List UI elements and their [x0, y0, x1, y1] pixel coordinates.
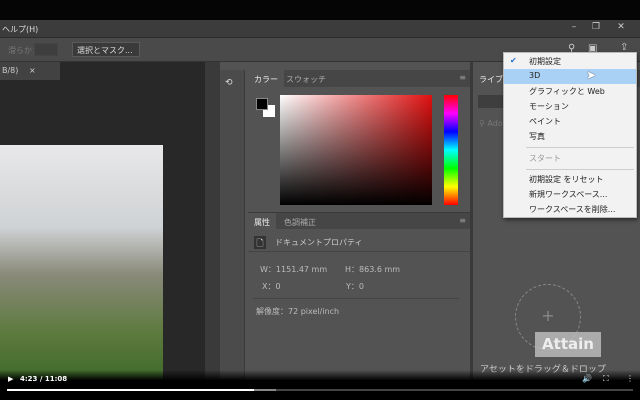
menu-help[interactable]: ヘルプ(H) [2, 24, 38, 35]
fullscreen-icon[interactable]: ⛶ [603, 374, 609, 384]
menu-bar: ヘルプ(H) [0, 20, 640, 38]
color-field[interactable] [280, 95, 432, 205]
menu-item-new-workspace[interactable]: 新規ワークスペース... [504, 187, 636, 202]
menu-item-motion[interactable]: モーション [504, 99, 636, 114]
menu-item-essentials[interactable]: ✔ 初期設定 [504, 54, 636, 69]
tab-color[interactable]: カラー [248, 70, 284, 87]
restore-button[interactable]: ❐ [585, 20, 607, 34]
select-and-mask-button[interactable]: 選択とマスク... [72, 42, 140, 57]
y-readout: Y：0 [346, 282, 364, 291]
progress-bar [7, 389, 254, 391]
more-options-icon[interactable]: ⋮ [626, 374, 634, 383]
x-readout: X：0 [262, 282, 281, 291]
color-panel-tabs: カラー スウォッチ ≡ [248, 70, 470, 87]
video-time: 4:23 / 11:08 [20, 375, 68, 383]
tab-properties[interactable]: 属性 [248, 213, 276, 230]
close-button[interactable]: ✕ [610, 20, 632, 34]
history-icon[interactable]: ⟲ [225, 78, 239, 92]
mouse-cursor-icon: ➤ [586, 68, 597, 82]
document-properties-header: 🗋 ドキュメントプロパティ [248, 232, 470, 252]
document-tab-close[interactable]: × [29, 66, 36, 75]
volume-icon[interactable]: 🔊 [582, 374, 592, 383]
menu-item-start: スタート [529, 154, 561, 163]
document-tab-label: B/8) [2, 66, 19, 75]
hue-slider[interactable] [444, 95, 458, 205]
feather-input[interactable] [34, 43, 58, 56]
menu-item-graphics-web[interactable]: グラフィックと Web [504, 84, 636, 99]
menu-item-reset[interactable]: 初期設定 をリセット [504, 172, 636, 187]
tab-swatches[interactable]: スウォッチ [280, 70, 332, 87]
menu-item-3d[interactable]: 3D [504, 69, 636, 84]
panel-icon-strip: ⟲ [220, 70, 245, 380]
menu-item-photography[interactable]: 写真 [504, 129, 636, 144]
watermark-logo: Attain [535, 332, 601, 357]
divider [253, 298, 459, 299]
video-controls: ▶ 4:23 / 11:08 🔊 ⛶ ⋮ [0, 370, 640, 400]
check-icon: ✔ [510, 56, 517, 65]
resolution-readout: 解像度：72 pixel/inch [256, 307, 340, 316]
video-top-bar [0, 0, 640, 20]
minimize-button[interactable]: – [563, 20, 585, 34]
document-tab[interactable]: B/8) × [0, 62, 60, 80]
foreground-color-swatch[interactable] [256, 98, 268, 110]
menu-item-delete-workspace[interactable]: ワークスペースを削除... [504, 202, 636, 217]
seek-bar[interactable] [7, 389, 633, 391]
menu-item-painting[interactable]: ペイント [504, 114, 636, 129]
width-readout: W：1151.47 mm [260, 265, 328, 274]
play-button[interactable]: ▶ [8, 375, 13, 383]
workspace-menu: ✔ 初期設定 3D グラフィックと Web モーション ペイント 写真 スタート … [503, 52, 637, 218]
tab-adjustments[interactable]: 色調補正 [278, 213, 322, 230]
canvas-image[interactable] [0, 145, 163, 380]
document-icon: 🗋 [254, 236, 266, 249]
panel-menu-icon[interactable]: ≡ [459, 216, 466, 225]
height-readout: H：863.6 mm [345, 265, 401, 274]
panel-menu-icon[interactable]: ≡ [459, 73, 466, 82]
section-title: ドキュメントプロパティ [275, 238, 363, 247]
properties-panel-tabs: 属性 色調補正 ≡ [248, 212, 470, 230]
